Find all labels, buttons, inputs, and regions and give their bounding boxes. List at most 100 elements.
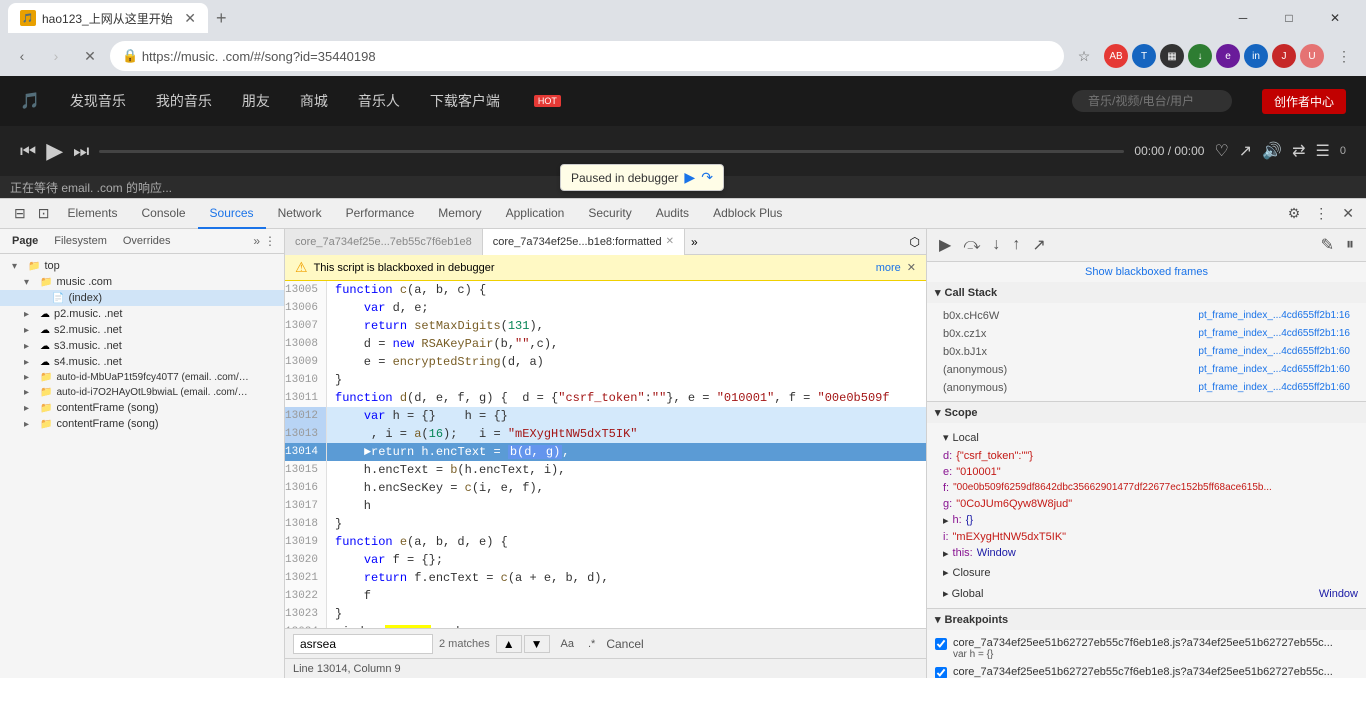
debug-edit-btn[interactable]: ✎ [1317,233,1338,257]
search-case-btn[interactable]: Aa [556,636,579,652]
reload-button[interactable]: ✕ [76,42,104,70]
volume-button[interactable]: 🔊 [1262,141,1282,161]
blackbox-more-link[interactable]: more [876,262,901,274]
nav-my-music[interactable]: 我的音乐 [156,91,212,111]
search-cancel-btn[interactable]: Cancel [606,637,643,651]
search-next-button[interactable]: ▼ [524,635,550,653]
play-button[interactable]: ▶ [46,138,63,164]
url-input[interactable]: 🔒 https://music. .com/#/song?id=35440198 [110,41,1064,71]
tab-memory[interactable]: Memory [426,199,493,229]
code-tab-more-btn[interactable]: » [685,235,704,249]
debug-step-btn[interactable]: ↗ [1028,233,1049,257]
stack-item-1[interactable]: b0x.cHc6W pt_frame_index_...4cd655ff2b1:… [927,307,1366,325]
menu-button[interactable]: ⋮ [1330,42,1358,70]
ext-icon-6[interactable]: J [1272,44,1296,68]
search-input[interactable] [1072,90,1232,112]
file-tree-options-btn[interactable]: ⋮ [264,233,276,249]
close-button[interactable]: ✕ [1312,2,1358,34]
back-button[interactable]: ‹ [8,42,36,70]
tab-application[interactable]: Application [494,199,577,229]
breakpoints-header[interactable]: ▾ Breakpoints [927,609,1366,630]
tab-network[interactable]: Network [266,199,334,229]
tab-console[interactable]: Console [130,199,198,229]
scope-closure-header[interactable]: ▸ Closure [927,562,1366,583]
tree-item-top[interactable]: ▾ 📁 top [0,258,284,274]
search-regex-btn[interactable]: .* [583,636,600,652]
show-blackboxed-frames[interactable]: Show blackboxed frames [927,262,1366,282]
bp-checkbox-1[interactable] [935,638,947,650]
debug-pause-btn[interactable]: ⏸ [1342,234,1358,256]
bp-checkbox-2[interactable] [935,667,947,678]
code-tab-1[interactable]: core_7a734ef25e...7eb55c7f6eb1e8 [285,229,483,255]
scope-var-h[interactable]: ▸ h: {} [927,512,1366,529]
ext-icon-1[interactable]: T [1132,44,1156,68]
tab-security[interactable]: Security [576,199,643,229]
nav-discover[interactable]: 发现音乐 [70,91,126,111]
tab-adblock[interactable]: Adblock Plus [701,199,794,229]
tree-item-cf1[interactable]: ▸ 📁 contentFrame (song) [0,400,284,416]
forward-button[interactable]: › [42,42,70,70]
stack-item-5[interactable]: (anonymous) pt_frame_index_...4cd655ff2b… [927,379,1366,397]
devtools-close-button[interactable]: ✕ [1338,203,1358,224]
shuffle-button[interactable]: ⇄ [1292,141,1305,161]
code-search-input[interactable] [293,634,433,654]
debugger-step-button[interactable]: ↷ [701,169,713,186]
code-tab-2[interactable]: core_7a734ef25e...b1e8:formatted ✕ [483,229,685,255]
nav-download[interactable]: 下载客户端 [430,91,500,111]
tree-item-s3[interactable]: ▸ ☁ s3.music. .net [0,338,284,354]
nav-shop[interactable]: 商城 [300,91,328,111]
code-editor[interactable]: 13005 function c(a, b, c) { 13006 var d,… [285,281,926,628]
tree-item-auto1[interactable]: ▸ 📁 auto-id-MbUaP1t59fcy40T7 (email. .co… [0,370,284,385]
devtools-sidebar-toggle[interactable]: ⊟ [8,205,32,222]
ext-icon-5[interactable]: in [1244,44,1268,68]
progress-bar[interactable] [99,150,1124,153]
bookmark-button[interactable]: ☆ [1070,42,1098,70]
call-stack-header[interactable]: ▾ Call Stack [927,282,1366,303]
like-button[interactable]: ♡ [1214,141,1228,161]
prev-button[interactable]: ⏮ [20,141,36,162]
file-tree-tab-filesystem[interactable]: Filesystem [50,233,111,249]
new-tab-button[interactable]: + [208,8,235,29]
debug-step-out-btn[interactable]: ↑ [1008,234,1024,256]
list-button[interactable]: ☰ [1316,141,1330,161]
next-button[interactable]: ⏭ [73,141,89,162]
share-button[interactable]: ↗ [1239,141,1252,161]
tab-performance[interactable]: Performance [334,199,427,229]
code-tab-2-close[interactable]: ✕ [666,236,674,247]
ext-icon-4[interactable]: e [1216,44,1240,68]
stack-item-4[interactable]: (anonymous) pt_frame_index_...4cd655ff2b… [927,361,1366,379]
ext-icon-2[interactable]: ▦ [1160,44,1184,68]
scope-local-header[interactable]: ▾ Local [927,427,1366,448]
scope-header[interactable]: ▾ Scope [927,402,1366,423]
tree-item-music[interactable]: ▾ 📁 music .com [0,274,284,290]
tree-item-p2[interactable]: ▸ ☁ p2.music. .net [0,306,284,322]
debug-resume-btn[interactable]: ▶ [935,233,955,257]
devtools-settings-button[interactable]: ⚙ [1284,203,1305,224]
debug-step-into-btn[interactable]: ↓ [988,234,1004,256]
nav-musician[interactable]: 音乐人 [358,91,400,111]
search-prev-button[interactable]: ▲ [496,635,522,653]
blackbox-close-icon[interactable]: ✕ [907,261,916,274]
devtools-drawer-toggle[interactable]: ⊡ [32,205,56,222]
tree-item-cf2[interactable]: ▸ 📁 contentFrame (song) [0,416,284,432]
tab-close-icon[interactable]: ✕ [184,10,196,27]
file-tree-tab-overrides[interactable]: Overrides [119,233,175,249]
tree-item-index[interactable]: 📄 (index) [0,290,284,306]
scope-global-header[interactable]: ▸ Global Window [927,583,1366,604]
file-tree-tab-page[interactable]: Page [8,233,42,249]
stack-item-3[interactable]: b0x.bJ1x pt_frame_index_...4cd655ff2b1:6… [927,343,1366,361]
tab-audits[interactable]: Audits [644,199,701,229]
code-tab-icon-1[interactable]: ⬡ [904,235,926,249]
active-tab[interactable]: 🎵 hao123_上网从这里开始 ✕ [8,3,208,33]
tree-item-s4[interactable]: ▸ ☁ s4.music. .net [0,354,284,370]
maximize-button[interactable]: □ [1266,2,1312,34]
devtools-more-button[interactable]: ⋮ [1310,203,1332,224]
ext-icon-7[interactable]: U [1300,44,1324,68]
tree-item-s2[interactable]: ▸ ☁ s2.music. .net [0,322,284,338]
debugger-resume-button[interactable]: ▶ [684,169,695,186]
scope-var-this[interactable]: ▸ this: Window [927,545,1366,562]
tab-sources[interactable]: Sources [198,199,266,229]
tree-item-auto2[interactable]: ▸ 📁 auto-id-i7O2HAyOtL9bwiaL (email. .co… [0,385,284,400]
tab-elements[interactable]: Elements [55,199,129,229]
minimize-button[interactable]: ─ [1220,2,1266,34]
